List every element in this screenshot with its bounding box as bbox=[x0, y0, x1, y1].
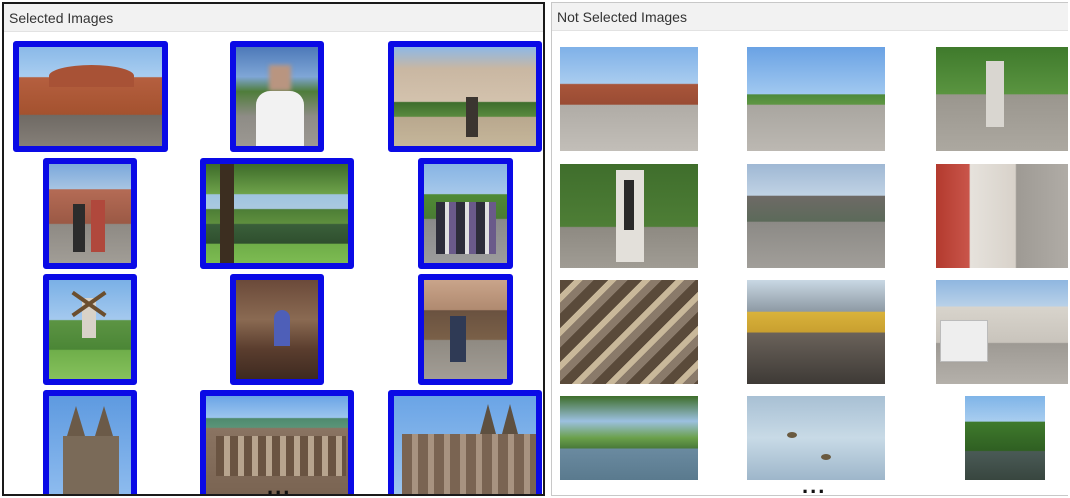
not-selected-images-panel: Not Selected Images ... bbox=[551, 2, 1068, 496]
family-group-image[interactable] bbox=[418, 158, 513, 269]
shopping-street-image[interactable] bbox=[936, 164, 1068, 268]
reflection-window-image[interactable] bbox=[747, 280, 885, 384]
tram-street-image[interactable] bbox=[747, 164, 885, 268]
wide-plaza-image[interactable] bbox=[747, 47, 885, 151]
not-selected-images-header: Not Selected Images bbox=[552, 3, 1068, 31]
park-pond-image[interactable] bbox=[200, 158, 354, 269]
station-facade-image[interactable] bbox=[13, 41, 168, 152]
cathedral-town-hall-image[interactable] bbox=[388, 390, 542, 494]
more-selected-indicator[interactable]: ... bbox=[267, 476, 291, 495]
sculpture-plaza-image[interactable] bbox=[936, 47, 1068, 151]
bus-street-image[interactable] bbox=[936, 280, 1068, 384]
riverside-park-image[interactable] bbox=[560, 396, 698, 480]
more-not-selected-indicator[interactable]: ... bbox=[802, 475, 826, 496]
sculpture-closeup-image[interactable] bbox=[560, 164, 698, 268]
couple-street-image[interactable] bbox=[43, 158, 137, 269]
windmill-image[interactable] bbox=[43, 274, 137, 385]
market-square-statue-image[interactable] bbox=[388, 41, 542, 152]
selected-images-panel: Selected Images ... bbox=[2, 2, 545, 496]
small-pond-image[interactable] bbox=[965, 396, 1045, 480]
cathedral-spires-image[interactable] bbox=[43, 390, 137, 494]
man-portrait-image[interactable] bbox=[230, 41, 324, 152]
ducks-water-image[interactable] bbox=[747, 396, 885, 480]
shop-window-image[interactable] bbox=[560, 280, 698, 384]
selected-images-header: Selected Images bbox=[4, 4, 543, 32]
station-square-image[interactable] bbox=[560, 47, 698, 151]
cathedral-interior-image[interactable] bbox=[230, 274, 324, 385]
musicians-statue-image[interactable] bbox=[418, 274, 513, 385]
